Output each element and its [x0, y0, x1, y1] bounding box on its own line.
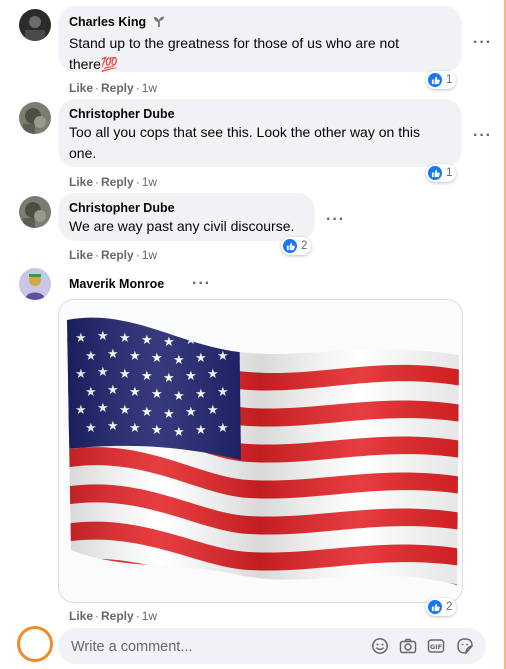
comment-author[interactable]: Christopher Dube: [69, 200, 303, 216]
comment-actions: Like · Reply · 1w: [69, 609, 158, 623]
thumbs-up-icon: [428, 600, 442, 614]
avatar[interactable]: [19, 196, 51, 228]
thumbs-up-icon: [428, 73, 442, 87]
comment-time[interactable]: 1w: [142, 175, 157, 189]
comment-actions: Like · Reply · 1w: [69, 175, 158, 189]
more-options-icon[interactable]: ···: [192, 276, 211, 292]
reaction-count[interactable]: 2: [281, 237, 312, 255]
more-options-icon[interactable]: ···: [473, 35, 492, 51]
thumbs-up-icon: [283, 239, 297, 253]
avatar[interactable]: [19, 9, 51, 41]
gif-attachment[interactable]: ★★★★★★★ ★★★★★★★ ★★★★★★★ ★★★★★★★ ★★★★★★★ …: [58, 299, 463, 603]
comment-time[interactable]: 1w: [142, 248, 157, 262]
reply-link[interactable]: Reply: [101, 248, 134, 262]
sticker-icon[interactable]: [456, 637, 474, 655]
comment-time[interactable]: 1w: [142, 81, 157, 95]
avatar[interactable]: [19, 268, 51, 300]
comment-author[interactable]: Maverik Monroe: [69, 276, 164, 292]
american-flag-image: ★★★★★★★ ★★★★★★★ ★★★★★★★ ★★★★★★★ ★★★★★★★ …: [67, 317, 459, 586]
more-options-icon[interactable]: ···: [326, 212, 345, 228]
like-link[interactable]: Like: [69, 175, 93, 189]
reaction-number: 2: [301, 240, 308, 252]
reaction-number: 2: [446, 601, 453, 613]
reply-link[interactable]: Reply: [101, 609, 134, 623]
comment-actions: Like · Reply · 1w: [69, 81, 158, 95]
camera-icon[interactable]: [399, 637, 417, 655]
comment-input[interactable]: [69, 628, 363, 666]
like-link[interactable]: Like: [69, 609, 93, 623]
more-options-icon[interactable]: ···: [473, 128, 492, 144]
comment-text: Stand up to the greatness for those of u…: [69, 35, 399, 72]
reply-link[interactable]: Reply: [101, 81, 134, 95]
reaction-count[interactable]: 2: [426, 598, 457, 616]
comment-bubble: Christopher Dube Too all you cops that s…: [58, 99, 462, 167]
reaction-number: 1: [446, 74, 453, 86]
reaction-number: 1: [446, 167, 453, 179]
emoji-icon[interactable]: [371, 637, 389, 655]
comment-composer[interactable]: GIF: [58, 628, 486, 666]
plant-badge-icon: [153, 15, 165, 33]
svg-text:GIF: GIF: [430, 643, 442, 651]
reaction-count[interactable]: 1: [426, 71, 457, 89]
comment-actions: Like · Reply · 1w: [69, 248, 158, 262]
thumbs-up-icon: [428, 166, 442, 180]
comment-author[interactable]: Charles King: [69, 15, 146, 29]
comment-bubble: Christopher Dube We are way past any civ…: [58, 193, 315, 241]
comment-time[interactable]: 1w: [142, 609, 157, 623]
comment-text: Too all you cops that see this. Look the…: [69, 124, 420, 161]
reaction-count[interactable]: 1: [426, 164, 457, 182]
svg-text:★: ★: [207, 331, 219, 346]
like-link[interactable]: Like: [69, 248, 93, 262]
comment-author[interactable]: Christopher Dube: [69, 106, 450, 122]
avatar[interactable]: [19, 102, 51, 134]
gif-icon[interactable]: GIF: [427, 637, 445, 655]
reply-link[interactable]: Reply: [101, 175, 134, 189]
comment-bubble: Charles King Stand up to the greatness f…: [58, 6, 462, 72]
like-link[interactable]: Like: [69, 81, 93, 95]
current-user-avatar[interactable]: [17, 626, 53, 662]
comment-text: We are way past any civil discourse.: [69, 218, 295, 234]
